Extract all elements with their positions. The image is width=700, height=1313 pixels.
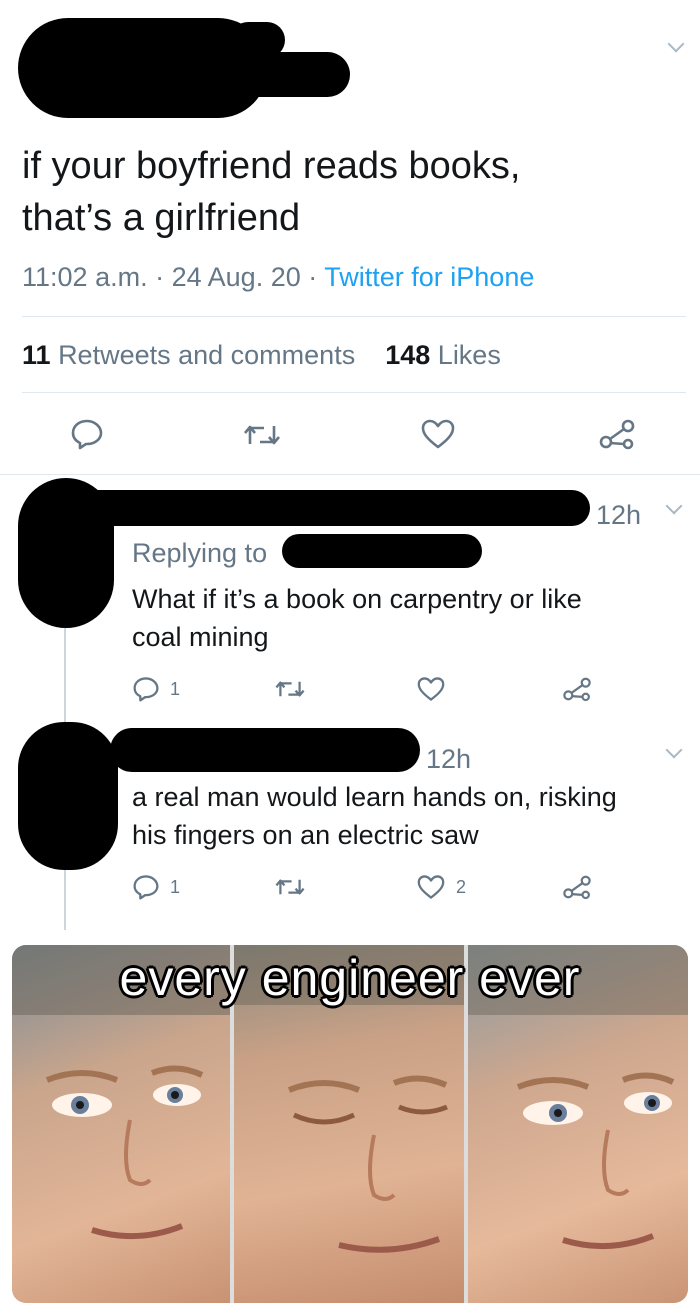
like-count: 2	[456, 876, 467, 897]
heart-icon	[417, 875, 445, 899]
likes-stat[interactable]: 148 Likes	[385, 340, 501, 370]
retweet-button[interactable]	[242, 422, 282, 448]
chevron-down-icon[interactable]	[665, 741, 683, 759]
separator-dot: ·	[155, 262, 165, 292]
chevron-down-icon[interactable]	[665, 497, 683, 515]
tweet-date: 24 Aug. 20	[171, 262, 301, 292]
reply1-text-line2: coal mining	[132, 622, 269, 652]
reply2-text-line2: his fingers on an electric saw	[132, 820, 479, 850]
retweets-label: Retweets and comments	[58, 340, 356, 370]
speech-bubble-icon	[133, 875, 159, 900]
heart-icon	[417, 677, 445, 701]
tweet-stats: 11 Retweets and comments 148 Likes	[22, 340, 501, 371]
redacted-username	[60, 490, 590, 526]
reply-count: 1	[170, 876, 181, 897]
divider	[0, 474, 700, 475]
redacted-name-extension	[200, 52, 350, 97]
like-button[interactable]	[420, 418, 456, 450]
retweet-button[interactable]	[274, 678, 306, 700]
meme-caption: every engineer ever	[119, 950, 581, 1006]
reply1-time: 12h	[596, 500, 642, 530]
share-button[interactable]	[598, 418, 636, 450]
speech-bubble-icon	[71, 419, 103, 450]
like-button[interactable]: 2	[416, 874, 466, 900]
speech-bubble-icon	[133, 677, 159, 702]
divider	[22, 316, 686, 317]
redacted-mention	[282, 534, 482, 568]
reply1-text-line1: What if it’s a book on carpentry or like	[132, 584, 582, 614]
separator-dot: ·	[308, 262, 318, 292]
likes-count: 148	[385, 340, 431, 370]
reply-button[interactable]: 1	[132, 874, 180, 900]
tweet-meta: 11:02 a.m. · 24 Aug. 20 · Twitter for iP…	[22, 262, 534, 293]
heart-icon	[421, 419, 455, 449]
retweets-stat[interactable]: 11 Retweets and comments	[22, 340, 355, 370]
likes-label: Likes	[437, 340, 501, 370]
divider	[22, 392, 686, 393]
tweet-text-line1: if your boyfriend reads books,	[22, 145, 521, 187]
tweet-text-line2: that’s a girlfriend	[22, 197, 301, 239]
reply-count: 1	[170, 678, 181, 699]
share-button[interactable]	[562, 676, 592, 702]
redacted-name-tail	[230, 22, 285, 58]
chevron-down-icon[interactable]	[667, 35, 685, 53]
redacted-username	[110, 728, 420, 772]
reply2-time: 12h	[426, 744, 472, 774]
like-button[interactable]	[416, 676, 446, 702]
retweets-count: 11	[22, 340, 51, 370]
tweet-source-link[interactable]: Twitter for iPhone	[324, 262, 534, 292]
tweet-text: if your boyfriend reads books, that’s a …	[22, 140, 682, 244]
meme-image[interactable]: every engineer ever	[12, 945, 688, 1303]
reply-button[interactable]: 1	[132, 676, 180, 702]
reply2-text: a real man would learn hands on, risking…	[132, 778, 692, 854]
replying-to-label: Replying to	[132, 538, 268, 568]
reply2-text-line1: a real man would learn hands on, risking	[132, 782, 617, 812]
retweet-button[interactable]	[274, 876, 306, 898]
reply1-text: What if it’s a book on carpentry or like…	[132, 580, 672, 656]
share-icon	[563, 875, 591, 900]
retweet-icon	[275, 681, 305, 697]
share-icon	[563, 677, 591, 702]
tweet-time: 11:02 a.m.	[22, 262, 148, 292]
share-button[interactable]	[562, 874, 592, 900]
retweet-icon	[244, 425, 280, 445]
reply-button[interactable]	[70, 418, 104, 450]
retweet-icon	[275, 879, 305, 895]
share-icon	[599, 419, 635, 450]
redacted-avatar	[18, 722, 118, 870]
